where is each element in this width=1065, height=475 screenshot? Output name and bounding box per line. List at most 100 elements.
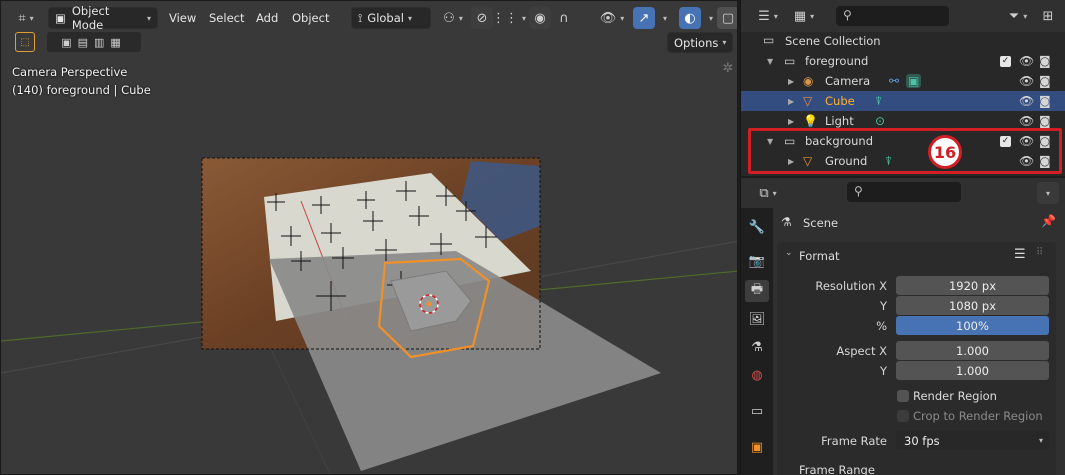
navigation-gizmo-icon[interactable]: ✲: [717, 57, 737, 79]
scene-collection-label[interactable]: Scene Collection: [785, 34, 881, 48]
mode-dropdown[interactable]: ▣ Object Mode ▾: [48, 4, 158, 32]
filter-icon[interactable]: ⏷ ▾: [1003, 5, 1033, 27]
viewport-header: ⌗ ▾ ▣ Object Mode ▾ View Select Add Objec…: [1, 1, 737, 35]
resolution-percent-label: %: [876, 319, 887, 333]
options-dropdown[interactable]: Options ▾: [667, 32, 733, 53]
exclude-checkbox[interactable]: ✓: [1000, 55, 1011, 67]
pivot-point-icon[interactable]: ⚇ ▾: [438, 7, 468, 29]
row-label: Camera: [825, 74, 871, 88]
resolution-x-label: Resolution X: [815, 279, 887, 293]
transform-orientation-dropdown[interactable]: ⟟ Global ▾: [351, 7, 431, 29]
snap-icon[interactable]: ⊘: [471, 7, 493, 29]
next-panel-title: Frame Range: [799, 465, 875, 475]
new-collection-icon[interactable]: ⊞: [1037, 5, 1059, 27]
world-tab-icon[interactable]: ◍: [745, 364, 769, 386]
camera-render-icon[interactable]: ◙: [1039, 94, 1051, 108]
resolution-y-field[interactable]: 1080 px: [896, 296, 1049, 315]
frame-rate-dropdown[interactable]: 30 fps ▾: [896, 431, 1049, 450]
eye-icon[interactable]: 👁: [1019, 54, 1034, 68]
overlay-toggle-icon[interactable]: ◐: [679, 7, 701, 29]
object-tab-icon[interactable]: ▣: [745, 436, 769, 458]
row-label: foreground: [805, 54, 869, 68]
snap-settings-icon[interactable]: ⋮⋮ ▾: [492, 7, 526, 29]
annotation-highlight-box: [748, 128, 1062, 174]
tool-tab-icon[interactable]: 🔧: [745, 216, 769, 238]
constraint-icon: ⚯: [889, 74, 900, 88]
chevron-down-icon: ▾: [146, 13, 151, 23]
expand-triangle-icon[interactable]: ▼: [767, 57, 773, 66]
render-tab-icon[interactable]: 📷: [745, 250, 769, 272]
visibility-icon[interactable]: 👁 ▾: [597, 7, 627, 29]
resolution-x-field[interactable]: 1920 px: [896, 276, 1049, 295]
aspect-y-field[interactable]: 1.000: [896, 361, 1049, 380]
view-name-label: Camera Perspective: [12, 65, 128, 79]
view-layer-tab-icon[interactable]: 🖼: [745, 308, 769, 330]
light-object-icon: 💡: [803, 114, 818, 128]
chevron-down-icon: ▾: [722, 38, 727, 47]
properties-editor: ⧉ ▾ ⚲ ▾ 🔧 📷 🖶 🖼 ⚗ ◍ ▭ ▣ ⚗ Scene 📌 ⌄ Forma…: [740, 178, 1065, 475]
expand-triangle-icon[interactable]: ▶: [788, 97, 794, 106]
mode-label: Object Mode: [71, 4, 110, 32]
panel-title[interactable]: Format: [799, 249, 840, 263]
resolution-y-label: Y: [879, 299, 887, 313]
collapse-chevron-icon[interactable]: ⌄: [785, 248, 793, 258]
mesh-object-icon: ▽: [803, 94, 813, 108]
frame-range-panel-header[interactable]: Frame Range: [777, 465, 1056, 475]
expand-triangle-icon[interactable]: ▶: [788, 77, 794, 86]
frame-rate-value: 30 fps: [904, 433, 940, 448]
selection-mode-buttons[interactable]: ▣▤▥▦: [47, 32, 141, 52]
scene-tab-icon[interactable]: ⚗: [745, 336, 769, 358]
chevron-down-icon[interactable]: ▾: [703, 7, 715, 29]
gizmo-toggle-icon[interactable]: ↗: [633, 7, 655, 29]
orientation-icon: ⟟: [358, 10, 363, 25]
editor-type-icon[interactable]: ☰ ▾: [753, 5, 783, 27]
outliner-row-camera[interactable]: ▶ ◉ Camera ⚯ ▣ 👁 ◙: [741, 71, 1065, 91]
crop-region-label: Crop to Render Region: [913, 409, 1043, 423]
row-label: Cube: [825, 94, 855, 108]
presets-list-icon[interactable]: ☰: [1014, 247, 1026, 262]
context-label: Scene: [803, 216, 839, 230]
resolution-percent-slider[interactable]: 100%: [896, 316, 1049, 335]
eye-icon[interactable]: 👁: [1019, 94, 1034, 108]
pin-icon[interactable]: 📌: [1041, 214, 1056, 228]
editor-type-icon[interactable]: ⌗ ▾: [11, 7, 41, 29]
camera-render-icon[interactable]: ◙: [1039, 114, 1051, 128]
options-chevron-icon[interactable]: ▾: [1037, 182, 1059, 204]
output-tab-icon[interactable]: 🖶: [745, 280, 769, 302]
outliner: ☰ ▾ ▦ ▾ ⚲ ⏷ ▾ ⊞ ▭ Scene Collection ▼ ▭ fore…: [740, 0, 1065, 176]
outliner-row-cube[interactable]: ▶ ▽ Cube ⍒ 👁 ◙: [741, 91, 1065, 111]
proportional-editing-icon[interactable]: ◉: [529, 7, 551, 29]
falloff-icon[interactable]: ∩: [553, 7, 575, 29]
aspect-y-label: Y: [879, 364, 887, 378]
object-mode-icon: ▣: [55, 11, 66, 25]
editor-type-icon[interactable]: ⧉ ▾: [753, 182, 783, 204]
eye-icon[interactable]: 👁: [1019, 74, 1034, 88]
outliner-search-input[interactable]: ⚲: [836, 6, 949, 26]
eye-icon[interactable]: 👁: [1019, 114, 1034, 128]
menu-view[interactable]: View: [169, 11, 196, 25]
menu-select[interactable]: Select: [209, 11, 244, 25]
xray-toggle-icon[interactable]: ▢: [717, 7, 737, 29]
menu-object[interactable]: Object: [292, 11, 329, 25]
menu-add[interactable]: Add: [256, 11, 278, 25]
select-tool-icon[interactable]: ⬚: [15, 32, 35, 52]
outliner-row-foreground[interactable]: ▼ ▭ foreground ✓ 👁 ◙: [741, 51, 1065, 71]
row-label: Light: [825, 114, 854, 128]
expand-triangle-icon[interactable]: ▶: [788, 117, 794, 126]
properties-search-input[interactable]: ⚲: [847, 182, 961, 202]
aspect-x-field[interactable]: 1.000: [896, 341, 1049, 360]
chevron-down-icon[interactable]: ▾: [657, 7, 669, 29]
crop-region-checkbox[interactable]: [897, 410, 909, 422]
render-region-checkbox[interactable]: [897, 390, 909, 402]
search-icon: ⚲: [843, 8, 852, 22]
step-number-badge: 16: [928, 135, 962, 169]
camera-render-icon[interactable]: ◙: [1039, 54, 1051, 68]
camera-render-icon[interactable]: ◙: [1039, 74, 1051, 88]
scene-context-icon: ⚗: [781, 215, 792, 229]
collection-tab-icon[interactable]: ▭: [745, 400, 769, 422]
format-panel: ⌄ Format ☰ ⠿ Resolution X 1920 px Y 1080…: [777, 242, 1056, 475]
display-mode-icon[interactable]: ▦ ▾: [789, 5, 819, 27]
3d-viewport[interactable]: ⌗ ▾ ▣ Object Mode ▾ View Select Add Objec…: [0, 0, 738, 475]
drag-handle-icon[interactable]: ⠿: [1036, 247, 1043, 258]
chevron-down-icon: ▾: [407, 13, 412, 23]
